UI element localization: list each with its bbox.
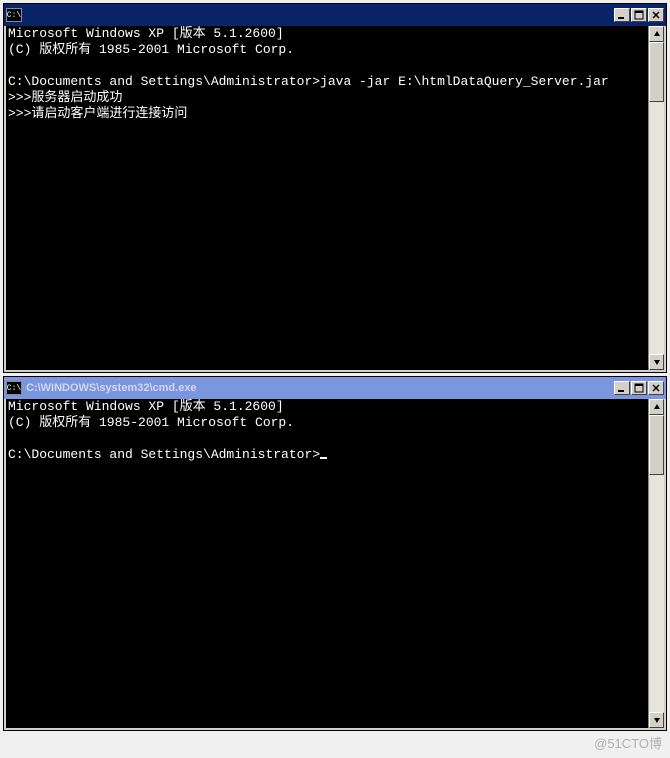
console-line: (C) 版权所有 1985-2001 Microsoft Corp. <box>8 415 294 430</box>
cmd-icon: C:\ <box>6 8 22 22</box>
chevron-up-icon <box>653 403 661 411</box>
cursor <box>320 457 327 459</box>
scroll-down-button[interactable] <box>649 712 664 728</box>
chevron-up-icon <box>653 30 661 38</box>
titlebar-buttons-1 <box>614 8 664 22</box>
scrollbar-2 <box>648 399 664 728</box>
titlebar-2[interactable]: C:\ C:\WINDOWS\system32\cmd.exe <box>4 377 666 399</box>
console-prompt: C:\Documents and Settings\Administrator> <box>8 447 320 462</box>
minimize-button[interactable] <box>614 8 630 22</box>
scroll-track[interactable] <box>649 415 664 712</box>
console-line: Microsoft Windows XP [版本 5.1.2600] <box>8 399 284 414</box>
titlebar-1[interactable]: C:\ <box>4 4 666 26</box>
maximize-icon <box>634 383 644 393</box>
close-button[interactable] <box>648 8 664 22</box>
window-title-2: C:\WINDOWS\system32\cmd.exe <box>26 382 614 394</box>
scroll-track[interactable] <box>649 42 664 354</box>
minimize-icon <box>617 10 627 20</box>
titlebar-buttons-2 <box>614 381 664 395</box>
cmd-window-2: C:\ C:\WINDOWS\system32\cmd.exe Microsof… <box>3 376 667 731</box>
maximize-button[interactable] <box>631 8 647 22</box>
console-line: C:\Documents and Settings\Administrator>… <box>8 74 609 89</box>
cmd-icon: C:\ <box>6 381 22 395</box>
console-area-2: Microsoft Windows XP [版本 5.1.2600] (C) 版… <box>4 399 666 730</box>
minimize-button[interactable] <box>614 381 630 395</box>
console-line: Microsoft Windows XP [版本 5.1.2600] <box>8 26 284 41</box>
watermark: @51CTO博 <box>594 733 662 752</box>
scroll-thumb[interactable] <box>649 415 664 475</box>
close-icon <box>651 383 661 393</box>
minimize-icon <box>617 383 627 393</box>
scroll-thumb[interactable] <box>649 42 664 102</box>
close-icon <box>651 10 661 20</box>
chevron-down-icon <box>653 358 661 366</box>
scroll-up-button[interactable] <box>649 399 664 415</box>
console-line: (C) 版权所有 1985-2001 Microsoft Corp. <box>8 42 294 57</box>
chevron-down-icon <box>653 716 661 724</box>
maximize-icon <box>634 10 644 20</box>
console-content-1[interactable]: Microsoft Windows XP [版本 5.1.2600] (C) 版… <box>6 26 648 370</box>
scroll-down-button[interactable] <box>649 354 664 370</box>
console-area-1: Microsoft Windows XP [版本 5.1.2600] (C) 版… <box>4 26 666 372</box>
close-button[interactable] <box>648 381 664 395</box>
scroll-up-button[interactable] <box>649 26 664 42</box>
scrollbar-1 <box>648 26 664 370</box>
console-line: >>>请启动客户端进行连接访问 <box>8 106 187 121</box>
cmd-window-1: C:\ Microsoft Windows XP [版本 5.1.2600] (… <box>3 3 667 373</box>
console-line: >>>服务器启动成功 <box>8 90 122 105</box>
maximize-button[interactable] <box>631 381 647 395</box>
console-content-2[interactable]: Microsoft Windows XP [版本 5.1.2600] (C) 版… <box>6 399 648 728</box>
